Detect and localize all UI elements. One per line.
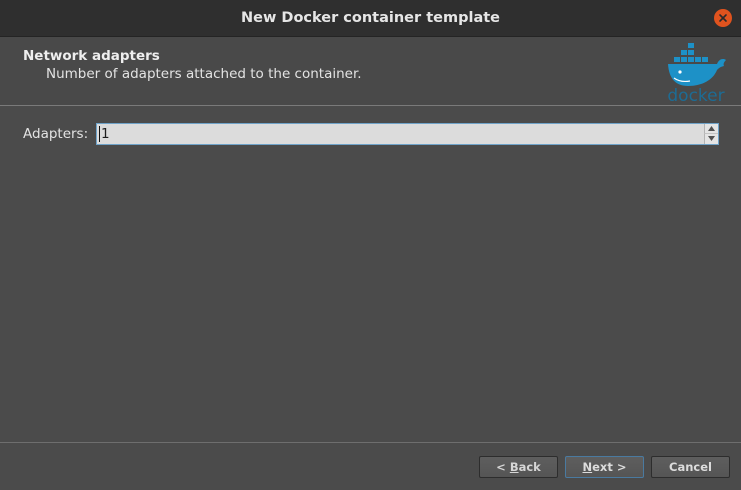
arrow-down-icon [708,136,715,141]
docker-logo: docker [667,43,726,104]
spin-down-button[interactable] [704,134,718,144]
next-button[interactable]: Next > [565,456,644,478]
adapters-input[interactable] [99,125,701,143]
spin-up-button[interactable] [704,124,718,134]
window-title: New Docker container template [241,10,500,26]
next-rest: ext > [592,460,627,474]
back-prefix: < [496,460,510,474]
page-title: Network adapters [23,48,160,64]
header-divider [0,105,741,106]
docker-logo-text: docker [667,86,724,104]
close-button[interactable] [714,9,732,27]
adapters-label: Adapters: [23,126,89,142]
dialog-window: New Docker container template Network ad… [0,0,741,490]
arrow-up-icon [708,126,715,131]
page-subtitle: Number of adapters attached to the conta… [46,66,362,82]
title-bar[interactable]: New Docker container template [0,0,741,37]
footer-divider [0,442,741,443]
back-rest: ack [518,460,541,474]
cancel-button[interactable]: Cancel [651,456,730,478]
next-mnemonic: N [582,460,593,474]
back-mnemonic: B [509,460,519,474]
close-icon [719,14,727,22]
adapters-spinbox[interactable] [96,123,719,145]
text-caret [99,126,100,142]
wizard-header: Network adapters Number of adapters atta… [0,37,741,105]
back-button[interactable]: < Back [479,456,558,478]
